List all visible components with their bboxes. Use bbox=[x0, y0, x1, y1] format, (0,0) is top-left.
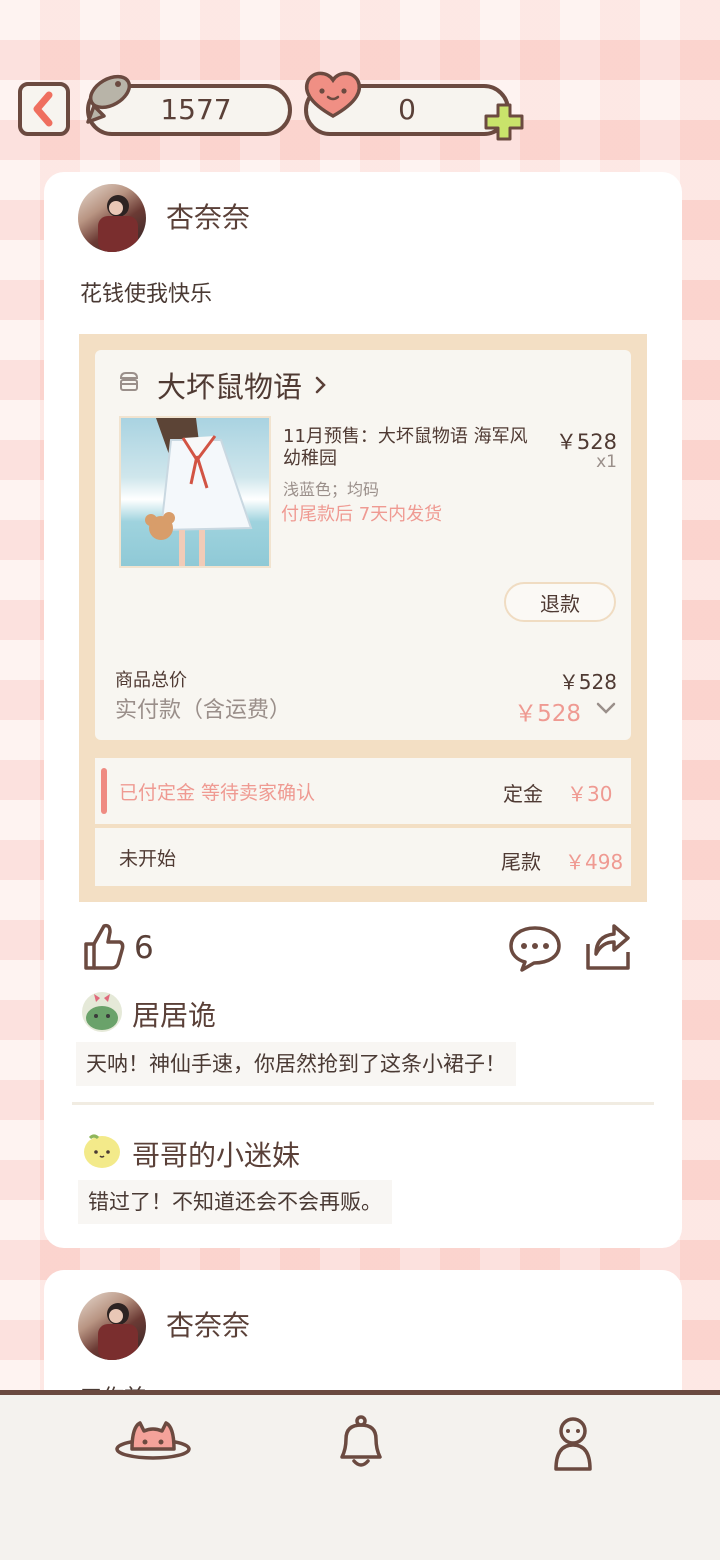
bell-icon[interactable] bbox=[334, 1413, 388, 1473]
back-button[interactable] bbox=[18, 82, 70, 136]
balance-value: ￥498 bbox=[565, 850, 624, 874]
commenter-avatar-icon[interactable] bbox=[82, 1130, 122, 1170]
heart-count: 0 bbox=[398, 93, 416, 126]
chevron-right-icon[interactable] bbox=[313, 372, 329, 398]
post-username[interactable]: 杏奈奈 bbox=[166, 196, 250, 236]
commenter-name[interactable]: 居居诡 bbox=[132, 994, 216, 1034]
product-qty: x1 bbox=[596, 452, 617, 472]
paid-value: ￥528 bbox=[514, 701, 581, 727]
comment-text: 天呐！神仙手速，你居然抢到了这条小裙子！ bbox=[76, 1042, 516, 1086]
balance-status: 未开始 bbox=[119, 848, 177, 870]
comment-icon[interactable] bbox=[508, 924, 562, 972]
shop-name[interactable]: 大坏鼠物语 bbox=[157, 364, 302, 406]
deposit-row: 已付定金 等待卖家确认 定金 ￥30 bbox=[95, 758, 631, 824]
balance-label: 尾款 bbox=[501, 850, 541, 874]
post-card: 杏奈奈 花钱使我快乐 大坏鼠物语 11月预售：大坏鼠物语 海军风 幼稚园 ￥52… bbox=[44, 172, 682, 1248]
product-title[interactable]: 11月预售：大坏鼠物语 海军风 幼稚园 bbox=[283, 426, 528, 470]
product-title-line2: 幼稚园 bbox=[283, 448, 337, 469]
product-title-line1: 11月预售：大坏鼠物语 海军风 bbox=[283, 426, 528, 447]
order-summary: 大坏鼠物语 11月预售：大坏鼠物语 海军风 幼稚园 ￥528 x1 浅蓝色；均码… bbox=[95, 350, 631, 740]
share-icon[interactable] bbox=[584, 922, 634, 972]
heart-face-icon bbox=[304, 71, 362, 119]
post-username[interactable]: 杏奈奈 bbox=[166, 1304, 250, 1344]
deposit-label: 定金 bbox=[503, 782, 543, 806]
deposit-value: ￥30 bbox=[567, 782, 613, 806]
commenter-avatar-icon[interactable] bbox=[80, 990, 124, 1034]
bottom-nav bbox=[0, 1390, 720, 1560]
fish-icon bbox=[86, 74, 132, 124]
person-icon[interactable] bbox=[548, 1415, 598, 1473]
plus-icon[interactable] bbox=[482, 102, 526, 142]
planet-cat-icon[interactable] bbox=[114, 1415, 192, 1471]
post-text: 花钱使我快乐 bbox=[80, 282, 213, 307]
avatar[interactable] bbox=[78, 184, 146, 252]
thumbs-up-icon[interactable] bbox=[82, 922, 126, 972]
shop-icon bbox=[119, 372, 139, 391]
comment-divider bbox=[72, 1102, 654, 1105]
balance-row: 未开始 尾款 ￥498 bbox=[95, 828, 631, 886]
order-card[interactable]: 大坏鼠物语 11月预售：大坏鼠物语 海军风 幼稚园 ￥528 x1 浅蓝色；均码… bbox=[79, 334, 647, 902]
refund-button[interactable]: 退款 bbox=[504, 582, 616, 622]
fish-count: 1577 bbox=[160, 93, 232, 126]
shipping-note: 付尾款后 7天内发货 bbox=[281, 504, 443, 525]
comment-text: 错过了！不知道还会不会再贩。 bbox=[78, 1180, 392, 1224]
active-step-marker bbox=[101, 768, 107, 814]
chevron-down-icon[interactable] bbox=[595, 700, 617, 716]
post-card: 杏奈奈 工作首... bbox=[44, 1270, 682, 1410]
commenter-name[interactable]: 哥哥的小迷妹 bbox=[132, 1134, 300, 1174]
avatar[interactable] bbox=[78, 1292, 146, 1360]
like-count: 6 bbox=[134, 930, 154, 966]
back-arrow-icon bbox=[33, 91, 53, 127]
paid-label: 实付款（含运费） bbox=[115, 698, 292, 723]
product-spec: 浅蓝色；均码 bbox=[283, 480, 380, 499]
product-image[interactable] bbox=[119, 416, 271, 568]
total-label: 商品总价 bbox=[115, 670, 187, 691]
total-value: ￥528 bbox=[558, 670, 617, 694]
deposit-status: 已付定金 等待卖家确认 bbox=[119, 782, 316, 804]
